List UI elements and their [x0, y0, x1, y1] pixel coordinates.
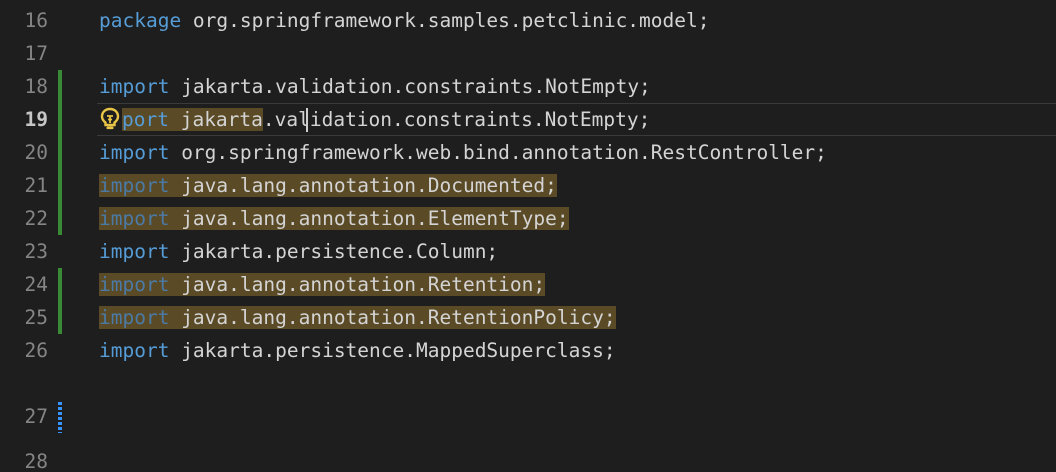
- code-rest: java.lang.annotation.Documented;: [169, 174, 557, 197]
- line-number: 18: [24, 75, 48, 98]
- code-rest-b: .validation.constraints.NotEmpty;: [262, 108, 651, 131]
- code-line-20[interactable]: 20 import org.springframework.web.bind.a…: [0, 136, 1056, 169]
- code-text: import org.springframework.web.bind.anno…: [99, 136, 827, 169]
- keyword: import: [99, 240, 170, 263]
- line-number: 21: [24, 174, 48, 197]
- keyword: import: [99, 141, 170, 164]
- git-added-indicator: [58, 136, 62, 169]
- code-rest: java.lang.annotation.RetentionPolicy;: [169, 306, 616, 329]
- git-added-indicator: [58, 70, 62, 103]
- code-line-24[interactable]: 24 import java.lang.annotation.Retention…: [0, 268, 1056, 301]
- code-text: import java.lang.annotation.ElementType;: [99, 202, 569, 235]
- code-rest-a: jakarta: [168, 108, 263, 131]
- line-number: 24: [24, 273, 48, 296]
- keyword: port: [122, 108, 169, 131]
- code-line-21[interactable]: 21 import java.lang.annotation.Documente…: [0, 169, 1056, 202]
- code-line-18[interactable]: 18 import jakarta.validation.constraints…: [0, 70, 1056, 103]
- line-number: 19: [24, 108, 48, 131]
- keyword: import: [99, 75, 170, 98]
- code-rest: org.springframework.samples.petclinic.mo…: [181, 9, 710, 32]
- code-rest: org.springframework.web.bind.annotation.…: [169, 141, 827, 164]
- code-text: port jakarta.validation.constraints.NotE…: [99, 103, 650, 136]
- keyword: import: [99, 339, 170, 362]
- git-added-indicator: [58, 169, 62, 202]
- line-number: 25: [24, 306, 48, 329]
- keyword: import: [99, 306, 170, 329]
- line-number: 28: [24, 450, 48, 472]
- code-line-17[interactable]: 17: [0, 37, 1056, 70]
- code-line-28[interactable]: 28: [0, 445, 1056, 472]
- code-rest: jakarta.persistence.Column;: [169, 240, 499, 263]
- keyword: package: [99, 9, 182, 32]
- code-text: import java.lang.annotation.Retention;: [99, 268, 546, 301]
- keyword: import: [99, 207, 170, 230]
- code-text: import java.lang.annotation.RetentionPol…: [99, 301, 616, 334]
- text-cursor: [306, 108, 308, 132]
- line-number: 27: [24, 405, 48, 428]
- git-added-indicator: [58, 103, 62, 136]
- line-number: 20: [24, 141, 48, 164]
- code-line-23[interactable]: 23 import jakarta.persistence.Column;: [0, 235, 1056, 268]
- git-modified-indicator: [58, 402, 62, 433]
- git-added-indicator: [58, 301, 62, 334]
- code-editor[interactable]: 16 package org.springframework.samples.p…: [0, 0, 1056, 472]
- line-number: 22: [24, 207, 48, 230]
- keyword: import: [99, 273, 170, 296]
- code-text: import jakarta.persistence.MappedSupercl…: [99, 334, 616, 367]
- lightbulb-icon[interactable]: [99, 107, 121, 131]
- code-line-27[interactable]: 27: [0, 400, 1056, 433]
- code-text: import jakarta.persistence.Column;: [99, 235, 498, 268]
- git-added-indicator: [58, 202, 62, 235]
- code-rest: java.lang.annotation.ElementType;: [169, 207, 569, 230]
- code-text: import java.lang.annotation.Documented;: [99, 169, 557, 202]
- line-number: 26: [24, 339, 48, 362]
- code-rest: jakarta.persistence.MappedSuperclass;: [169, 339, 616, 362]
- code-line-25[interactable]: 25 import java.lang.annotation.Retention…: [0, 301, 1056, 334]
- code-line-26[interactable]: 26 import jakarta.persistence.MappedSupe…: [0, 334, 1056, 367]
- line-number: 16: [24, 9, 48, 32]
- code-text: package org.springframework.samples.petc…: [99, 4, 710, 37]
- code-text: import jakarta.validation.constraints.No…: [99, 70, 651, 103]
- code-rest: java.lang.annotation.Retention;: [169, 273, 546, 296]
- code-line-22[interactable]: 22 import java.lang.annotation.ElementTy…: [0, 202, 1056, 235]
- line-number: 23: [24, 240, 48, 263]
- code-line-16[interactable]: 16 package org.springframework.samples.p…: [0, 4, 1056, 37]
- code-line-19[interactable]: 19 port jakarta.validation.constraints.N…: [0, 103, 1056, 136]
- keyword: import: [99, 174, 170, 197]
- git-added-indicator: [58, 268, 62, 301]
- code-rest: jakarta.validation.constraints.NotEmpty;: [169, 75, 651, 98]
- line-number: 17: [24, 42, 48, 65]
